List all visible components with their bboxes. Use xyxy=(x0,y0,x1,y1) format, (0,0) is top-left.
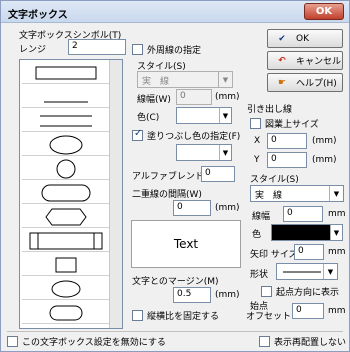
symbol-item-small-rect[interactable] xyxy=(22,254,110,276)
outer-width-input[interactable]: 0 xyxy=(176,89,212,105)
aspect-label: 縦横比を固定する xyxy=(147,312,220,322)
chevron-down-icon: ▼ xyxy=(330,225,342,240)
dialog-window: 文字ボックス OK 文字ボックスシンボル(T) レンジ 2 外周線の指定 スタイ… xyxy=(0,0,350,352)
double-line-input[interactable]: 0 xyxy=(173,200,211,216)
disable-label: この文字ボックス設定を無効にする xyxy=(22,338,166,348)
outer-color-picker[interactable]: ▼ xyxy=(176,107,232,124)
double-line-label: 二重線の間隔(W) xyxy=(132,190,202,200)
offset-label-2: オフセット xyxy=(246,312,292,322)
shape-label: 形状 xyxy=(250,270,269,280)
offset-unit: mm xyxy=(328,306,346,316)
y-unit: (mm) xyxy=(312,155,337,165)
disable-checkbox[interactable] xyxy=(7,336,18,347)
symbol-item-framed[interactable] xyxy=(22,230,110,252)
leader-width-label: 線幅 xyxy=(252,212,271,222)
help-pointer-icon: ☛ xyxy=(277,77,287,88)
leader-width-input[interactable]: 0 xyxy=(283,206,323,222)
arrow-size-label: 矢印 サイズ xyxy=(250,250,298,260)
symbol-item-ellipse[interactable] xyxy=(22,134,110,156)
chevron-down-icon: ▼ xyxy=(329,186,343,201)
symbol-list[interactable] xyxy=(19,59,123,329)
fill-label: 塗りつぶし色の指定(F) xyxy=(147,132,241,142)
symbol-list-scrollbar[interactable] xyxy=(109,60,122,328)
fill-color-picker[interactable]: ▼ xyxy=(176,144,232,161)
footer-divider xyxy=(7,331,343,332)
chevron-down-icon: ▼ xyxy=(323,264,337,279)
range-input[interactable]: 2 xyxy=(68,39,126,55)
drawing-size-checkbox[interactable] xyxy=(250,118,261,129)
checkmark-icon: ✔ xyxy=(278,33,286,44)
chevron-down-icon: ▼ xyxy=(219,145,231,160)
fill-checkbox[interactable] xyxy=(132,128,143,141)
no-relocate-checkbox[interactable] xyxy=(259,336,270,347)
help-button[interactable]: ☛ ヘルプ(H) xyxy=(267,73,343,92)
title-bar: 文字ボックス OK xyxy=(1,1,349,23)
symbol-item-rounded[interactable] xyxy=(22,182,110,204)
offset-input[interactable]: 0 xyxy=(292,303,324,319)
arrow-size-input[interactable]: 0 xyxy=(294,244,324,260)
start-direction-label: 起点方向に表示 xyxy=(276,288,340,298)
alpha-input[interactable]: 0 xyxy=(201,166,235,182)
cancel-button[interactable]: ↶ キャンセル xyxy=(267,51,343,70)
outer-width-unit: (mm) xyxy=(215,92,240,102)
x-unit: (mm) xyxy=(312,136,337,146)
symbol-item-hexagon[interactable] xyxy=(22,206,110,228)
chevron-down-icon: ▼ xyxy=(219,108,231,123)
symbol-item-underline[interactable] xyxy=(22,86,110,108)
symbol-item-circle[interactable] xyxy=(22,158,110,180)
outer-color-label: 色(C) xyxy=(137,113,160,123)
start-direction-checkbox[interactable] xyxy=(261,286,272,297)
leader-color-label: 色 xyxy=(252,230,262,240)
symbol-item-pill[interactable] xyxy=(22,302,110,324)
leader-title: 引き出し線 xyxy=(247,105,293,115)
leader-style-select[interactable]: 実 線 ▼ xyxy=(250,185,344,202)
margin-unit: (mm) xyxy=(215,290,240,300)
aspect-checkbox[interactable] xyxy=(132,310,143,321)
y-input[interactable]: 0 xyxy=(267,152,307,168)
chevron-down-icon: ▼ xyxy=(218,72,232,87)
outer-line-checkbox[interactable] xyxy=(132,44,143,55)
symbol-item-oval[interactable] xyxy=(22,278,110,300)
symbol-item-double-line[interactable] xyxy=(22,110,110,132)
leader-color-picker[interactable]: ▼ xyxy=(271,224,343,241)
close-button[interactable]: OK xyxy=(304,3,344,20)
drawing-size-label: 図業上サイズ xyxy=(265,120,319,130)
undo-arrow-icon: ↶ xyxy=(278,55,286,66)
y-label: Y xyxy=(254,155,260,165)
text-preview: Text xyxy=(131,220,241,268)
margin-input[interactable]: 0.5 xyxy=(173,287,211,303)
x-input[interactable]: 0 xyxy=(267,133,307,149)
leader-style-label: スタイル(S) xyxy=(250,175,299,185)
shape-select[interactable]: ▼ xyxy=(276,263,338,280)
double-line-unit: (mm) xyxy=(215,203,240,213)
range-label: レンジ xyxy=(19,45,47,55)
window-title: 文字ボックス xyxy=(8,10,68,21)
alpha-label: アルファブレンド xyxy=(132,172,204,182)
x-label: X xyxy=(254,136,261,146)
arrow-size-unit: mm xyxy=(328,247,346,257)
symbol-item-rect[interactable] xyxy=(22,62,110,84)
no-relocate-label: 表示再配置しない xyxy=(274,338,347,348)
margin-label: 文字とのマージン(M) xyxy=(132,277,219,287)
outer-style-select[interactable]: 実 線 ▼ xyxy=(137,71,233,88)
ok-button[interactable]: ✔ OK xyxy=(267,29,343,48)
leader-width-unit: mm xyxy=(328,209,346,219)
outer-line-label: 外周線の指定 xyxy=(147,46,202,56)
outer-width-label: 線幅(W) xyxy=(137,95,171,105)
